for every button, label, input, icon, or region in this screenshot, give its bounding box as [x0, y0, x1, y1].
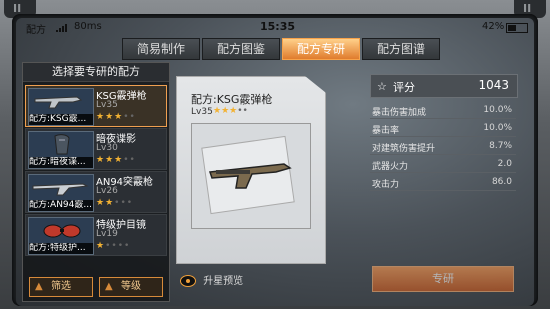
recipe-tag: 配方:AN94霰... [29, 200, 93, 211]
star-empty-icon: • [124, 241, 131, 251]
recipe-level: Lv26 [96, 186, 118, 196]
recipe-tag: 配方:特级护... [29, 243, 93, 254]
recipe-detail-title: 配方:KSG霰弹枪 [191, 93, 273, 106]
recipe-thumbnail: 配方:KSG霰... [28, 88, 94, 126]
arrow-up-icon: ▲ [35, 281, 43, 292]
stat-value: 2.0 [497, 159, 512, 169]
recipe-level: Lv30 [96, 143, 118, 153]
stat-value: 86.0 [491, 177, 512, 187]
recipe-detail-stars: ★★★•• [213, 106, 248, 116]
star-filled-icon: ★ [114, 112, 124, 122]
recipe-list-panel: 选择要专研的配方 配方:KSG霰... KSG霰弹枪 Lv35 ★★★•• 配方… [22, 62, 170, 302]
tab-bar: 简易制作 配方图鉴 配方专研 配方图谱 [122, 38, 440, 60]
score-label: 评分 [393, 81, 415, 94]
stat-row: 武器火力 2.0 [370, 158, 516, 173]
research-button[interactable]: 专研 [372, 266, 514, 292]
filter-button[interactable]: ▲ 筛选 [29, 277, 93, 297]
recipe-stars: ★★★•• [96, 155, 136, 165]
stat-row: 暴击率 10.0% [370, 122, 516, 137]
recipe-stars: ★•••• [96, 241, 130, 251]
recipe-thumbnail: 配方:暗夜谍... [28, 131, 94, 169]
score-value: 1043 [478, 78, 509, 92]
ghillie-suit-icon [54, 134, 70, 155]
stat-name: 对建筑伤害提升 [372, 144, 436, 154]
goggles-icon [43, 224, 81, 238]
recipe-thumbnail: 配方:AN94霰... [28, 174, 94, 212]
star-filled-icon: ★ [96, 198, 106, 208]
status-bar: 配方 80ms 15:35 42% [16, 18, 534, 36]
rifle-icon [32, 183, 89, 196]
eye-icon [180, 275, 196, 287]
stat-row: 对建筑伤害提升 8.7% [370, 140, 516, 155]
battery-percent: 42% [482, 21, 505, 32]
recipe-tag: 配方:暗夜谍... [29, 157, 93, 168]
star-filled-icon: ★ [221, 106, 230, 116]
stat-name: 暴击率 [372, 126, 400, 136]
star-empty-icon: • [129, 112, 136, 122]
stats-panel: ☆ 评分 1043 暴击伤害加成 10.0% 暴击率 10.0% 对建筑伤害提升… [370, 74, 518, 198]
clock: 15:35 [260, 20, 296, 33]
level-sort-label: 等级 [121, 281, 141, 292]
stat-name: 暴击伤害加成 [372, 108, 427, 118]
star-filled-icon: ★ [105, 198, 115, 208]
battery-level [508, 25, 516, 31]
upgrade-preview-button[interactable]: 升星预览 [180, 272, 243, 287]
recipe-stars: ★★••• [96, 198, 133, 208]
recipe-tag: 配方:KSG霰... [29, 114, 93, 125]
star-filled-icon: ★ [105, 155, 115, 165]
signal-icon [56, 24, 67, 32]
shotgun-blueprint-icon [201, 135, 295, 215]
stat-value: 10.0% [483, 123, 512, 133]
star-filled-icon: ★ [96, 241, 106, 251]
recipe-list-title: 选择要专研的配方 [23, 63, 169, 82]
recipe-blueprint-image [191, 123, 311, 229]
arrow-up-icon: ▲ [105, 281, 113, 292]
star-filled-icon: ★ [213, 106, 222, 116]
recipe-level: Lv35 [96, 100, 118, 110]
score-icon: ☆ [377, 80, 387, 93]
star-filled-icon: ★ [114, 155, 124, 165]
score-row: ☆ 评分 1043 [370, 74, 518, 98]
star-empty-icon: • [126, 198, 134, 208]
star-filled-icon: ★ [105, 112, 115, 122]
recipe-stars: ★★★•• [96, 112, 136, 122]
stat-name: 攻击力 [372, 180, 400, 190]
recipe-item[interactable]: 配方:AN94霰... AN94突霰枪 Lv26 ★★••• [25, 171, 167, 213]
carrier-label: 配方 [26, 25, 46, 36]
stat-name: 武器火力 [372, 162, 409, 172]
upgrade-preview-label: 升星预览 [203, 276, 244, 287]
tab-recipe-collection[interactable]: 配方图鉴 [202, 38, 280, 60]
tab-simple-craft[interactable]: 简易制作 [122, 38, 200, 60]
recipe-item[interactable]: 配方:暗夜谍... 暗夜谍影 Lv30 ★★★•• [25, 128, 167, 170]
recipe-item[interactable]: 配方:特级护... 特级护目镜 Lv19 ★•••• [25, 214, 167, 256]
battery-icon [506, 23, 528, 33]
ping-label: 80ms [74, 21, 102, 32]
stat-value: 8.7% [489, 141, 512, 151]
star-empty-icon: • [242, 106, 248, 116]
recipe-thumbnail: 配方:特级护... [28, 217, 94, 255]
filter-label: 筛选 [51, 281, 71, 292]
shotgun-icon [34, 96, 83, 109]
stat-row: 暴击伤害加成 10.0% [370, 104, 516, 119]
screen: 配方 80ms 15:35 42% 简易制作 配方图鉴 配方专研 配方图谱 选择… [16, 18, 534, 306]
star-empty-icon: • [129, 155, 136, 165]
tab-recipe-research[interactable]: 配方专研 [282, 38, 360, 60]
recipe-item[interactable]: 配方:KSG霰... KSG霰弹枪 Lv35 ★★★•• [25, 85, 167, 127]
level-sort-button[interactable]: ▲ 等级 [99, 277, 163, 297]
tab-recipe-map[interactable]: 配方图谱 [362, 38, 440, 60]
stat-row: 攻击力 86.0 [370, 176, 516, 191]
recipe-level: Lv19 [96, 229, 118, 239]
recipe-detail-level: Lv35 [191, 107, 213, 117]
stat-value: 10.0% [483, 105, 512, 115]
star-filled-icon: ★ [96, 112, 106, 122]
star-filled-icon: ★ [96, 155, 106, 165]
recipe-detail-card: 配方:KSG霰弹枪 Lv35 ★★★•• [176, 76, 326, 264]
